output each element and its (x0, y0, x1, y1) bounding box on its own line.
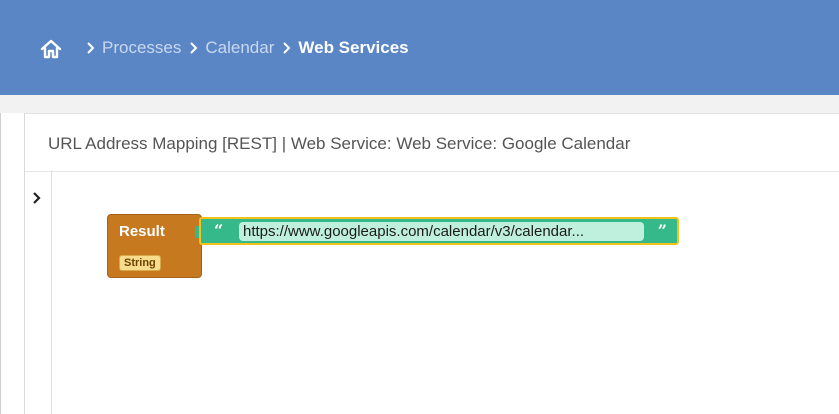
breadcrumb-web-services: Web Services (298, 38, 409, 57)
canvas-divider (51, 170, 52, 414)
chevron-right-icon (282, 41, 292, 55)
result-label: Result (119, 223, 165, 240)
breadcrumb-processes[interactable]: Processes (102, 38, 181, 58)
header-spacer (0, 95, 839, 113)
chevron-right-icon (86, 41, 96, 55)
chevron-right-icon (189, 41, 199, 55)
result-block[interactable]: Result String (107, 214, 202, 278)
breadcrumb: Processes Calendar Web Services (86, 36, 417, 60)
type-badge: String (119, 255, 161, 271)
breadcrumb-calendar[interactable]: Calendar (205, 38, 274, 58)
top-header: Processes Calendar Web Services (0, 0, 839, 95)
open-quote-icon: “ (214, 221, 224, 240)
panel-title: URL Address Mapping [REST] | Web Service… (48, 134, 631, 153)
panel-divider (25, 171, 839, 172)
url-field[interactable]: https://www.googleapis.com/calendar/v3/c… (239, 222, 644, 241)
home-icon[interactable] (40, 38, 62, 60)
chevron-right-icon[interactable] (30, 190, 44, 206)
left-border (0, 113, 1, 414)
string-block[interactable]: “ https://www.googleapis.com/calendar/v3… (199, 217, 679, 245)
close-quote-icon: ” (657, 221, 667, 240)
